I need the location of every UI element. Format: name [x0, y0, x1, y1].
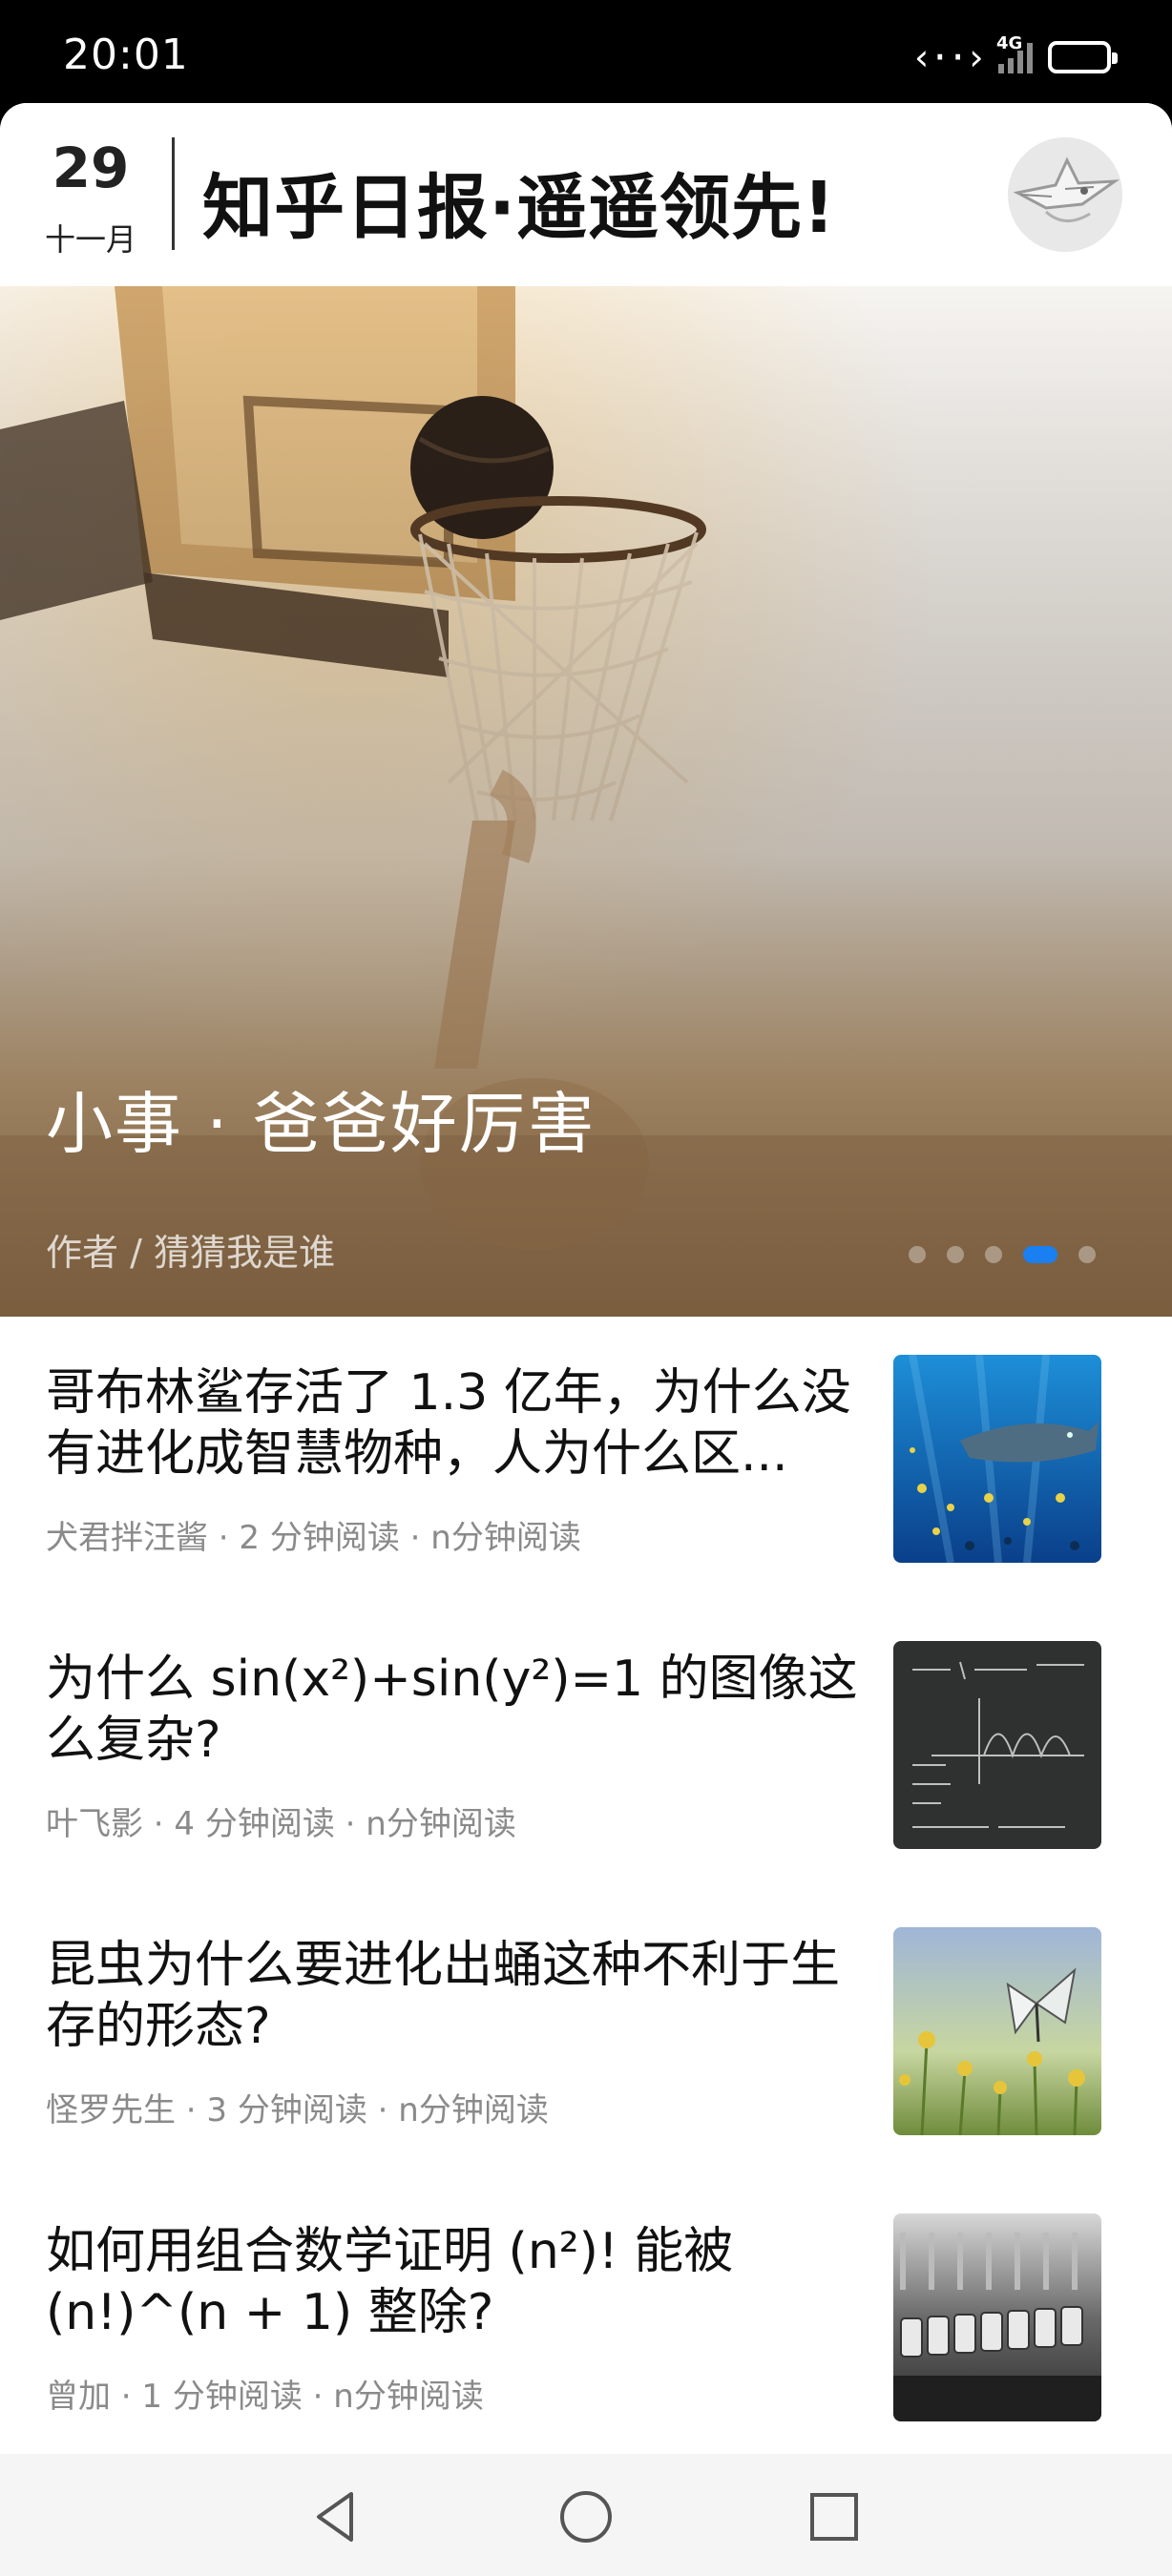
header-divider [172, 137, 175, 250]
story-title[interactable]: 如何用组合数学证明 (n²)! 能被 (n!)^(n + 1) 整除? [46, 2221, 867, 2343]
carousel-dot[interactable] [985, 1246, 1002, 1263]
whale-shark-underwater-photo [893, 1355, 1101, 1563]
list-item[interactable]: 哥布林鲨存活了 1.3 亿年，为什么没有进化成智慧物种，人为什么区... 犬君拌… [0, 1317, 1172, 1603]
date-month: 十一月 [44, 221, 136, 258]
home-icon [560, 2491, 612, 2543]
status-bar: 20:01 ‹··› 4G [0, 0, 1172, 103]
recents-icon [810, 2493, 858, 2541]
story-meta: 曾加 · 1 分钟阅读 · n分钟阅读 [46, 2378, 484, 2416]
number-counter-photo [893, 2213, 1101, 2421]
story-thumbnail[interactable] [893, 2213, 1101, 2421]
home-button[interactable] [550, 2481, 622, 2553]
list-item[interactable]: 为什么 sin(x²)+sin(y²)=1 的图像这么复杂? 叶飞影 · 4 分… [0, 1603, 1172, 1889]
carousel-dot[interactable] [947, 1246, 964, 1263]
story-title[interactable]: 为什么 sin(x²)+sin(y²)=1 的图像这么复杂? [46, 1649, 867, 1771]
date-day: 29 [52, 135, 130, 200]
system-nav-bar [0, 2454, 1172, 2576]
story-meta: 怪罗先生 · 3 分钟阅读 · n分钟阅读 [46, 2091, 549, 2129]
status-time: 20:01 [63, 31, 189, 79]
story-title[interactable]: 昆虫为什么要进化出蛹这种不利于生存的形态? [46, 1935, 867, 2057]
story-meta: 叶飞影 · 4 分钟阅读 · n分钟阅读 [46, 1805, 516, 1843]
cellular-signal-icon: 4G [996, 33, 1033, 73]
avatar[interactable] [1008, 137, 1122, 252]
back-button[interactable] [300, 2481, 372, 2553]
data-transfer-icon: ‹··› [910, 36, 986, 78]
back-icon [317, 2492, 353, 2542]
battery-icon [1048, 41, 1118, 73]
avatar-icon [1008, 137, 1122, 252]
carousel-dot[interactable] [1078, 1246, 1096, 1263]
story-thumbnail[interactable] [893, 1355, 1101, 1563]
banner-title[interactable]: 小事 · 爸爸好厉害 [46, 1070, 596, 1167]
carousel-dot[interactable] [909, 1246, 926, 1263]
banner-carousel[interactable]: 小事 · 爸爸好厉害 作者 / 猜猜我是谁 [0, 286, 1172, 1317]
story-title[interactable]: 哥布林鲨存活了 1.3 亿年，为什么没有进化成智慧物种，人为什么区... [46, 1362, 867, 1485]
status-icons: ‹··› 4G [910, 33, 1118, 78]
phone-screen: 20:01 ‹··› 4G 29 十一月 知乎日报·遥遥领先! 小事 · 爸爸好… [0, 0, 1172, 2576]
banner-author: 作者 / 猜猜我是谁 [46, 1232, 335, 1274]
story-meta: 犬君拌汪酱 · 2 分钟阅读 · n分钟阅读 [46, 1519, 581, 1557]
carousel-dot-active[interactable] [1023, 1246, 1057, 1263]
list-item[interactable]: 昆虫为什么要进化出蛹这种不利于生存的形态? 怪罗先生 · 3 分钟阅读 · n分… [0, 1889, 1172, 2175]
story-thumbnail[interactable] [893, 1927, 1101, 2135]
list-item[interactable]: 如何用组合数学证明 (n²)! 能被 (n!)^(n + 1) 整除? 曾加 ·… [0, 2175, 1172, 2462]
carousel-indicator [909, 1246, 1096, 1263]
recents-button[interactable] [798, 2481, 870, 2553]
page-title: 知乎日报·遥遥领先! [202, 167, 836, 249]
butterfly-flowers-photo [893, 1927, 1101, 2135]
chalkboard-math-photo [893, 1641, 1101, 1849]
story-thumbnail[interactable] [893, 1641, 1101, 1849]
app-container: 29 十一月 知乎日报·遥遥领先! 小事 · 爸爸好厉害 作者 / 猜猜我是谁 … [0, 103, 1172, 2576]
app-header: 29 十一月 知乎日报·遥遥领先! [0, 103, 1172, 286]
